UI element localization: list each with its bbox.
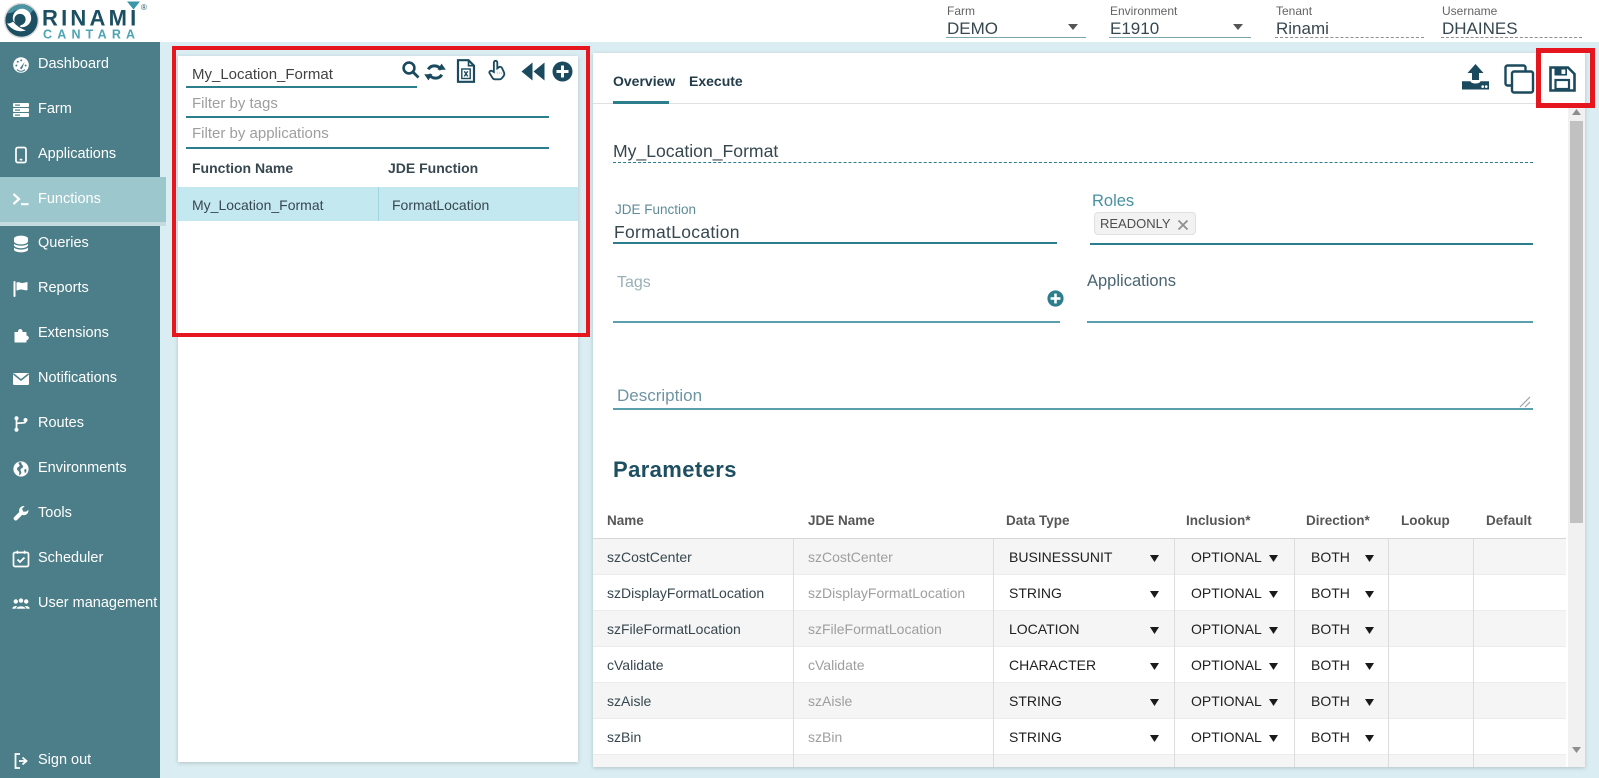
- svg-text:CANTARA: CANTARA: [43, 28, 140, 42]
- svg-text:®: ®: [141, 3, 147, 12]
